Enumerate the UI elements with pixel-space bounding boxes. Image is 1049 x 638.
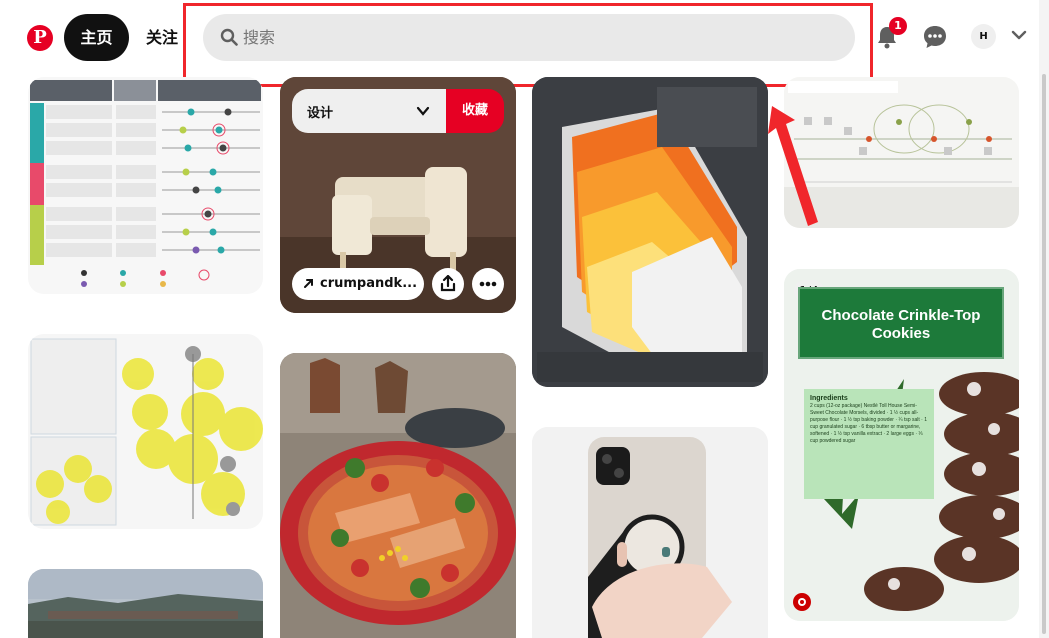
- red-arrow-annotation: [768, 106, 818, 226]
- board-select-dropdown[interactable]: 设计: [292, 89, 446, 133]
- search-highlight-annotation: [183, 3, 873, 87]
- save-pin-button[interactable]: 收藏: [446, 89, 504, 133]
- share-icon: [440, 275, 456, 292]
- pin-image: [30, 338, 263, 526]
- pin-image: [532, 427, 768, 638]
- ingredients-card: Ingredients 2 cups (12-oz package) Nestl…: [804, 389, 934, 499]
- ingredients-list: 2 cups (12-oz package) Nestlé Toll House…: [810, 403, 928, 444]
- carousel-dots: [873, 630, 937, 638]
- pinterest-logo[interactable]: P: [27, 25, 53, 51]
- chevron-down-icon: [416, 106, 430, 116]
- pin-stew-pot[interactable]: [280, 353, 516, 638]
- board-select-label: 设计: [307, 106, 334, 121]
- pin-image: [28, 77, 263, 294]
- pin-cookie-recipe[interactable]: 1/4 Chocolate Crinkle-Top Cookies Ingred…: [784, 269, 1019, 621]
- pin-retail-drivers-infographic[interactable]: [28, 77, 263, 294]
- ellipsis-icon: [479, 281, 497, 287]
- pin-venn-diagram[interactable]: [28, 334, 263, 529]
- source-link-button[interactable]: crumpandk...: [292, 268, 424, 300]
- pin-landscape-bridge[interactable]: [28, 569, 263, 638]
- pin-phone-case[interactable]: [532, 427, 768, 638]
- share-button[interactable]: [432, 268, 464, 300]
- chevron-down-icon[interactable]: [1010, 26, 1028, 44]
- logo-letter: P: [33, 27, 47, 48]
- pin-armchair[interactable]: 设计 收藏 crumpandk...: [280, 77, 516, 313]
- cookie-recipe-title: Chocolate Crinkle-Top Cookies: [798, 287, 1004, 359]
- scrollbar-thumb[interactable]: [1042, 74, 1046, 634]
- nav-home-button[interactable]: 主页: [64, 14, 129, 61]
- source-link-label: crumpandk...: [320, 276, 418, 291]
- pin-image: [280, 353, 516, 638]
- messages-icon[interactable]: [921, 23, 949, 51]
- user-avatar[interactable]: H: [971, 24, 996, 49]
- pin-wage-chart[interactable]: [532, 77, 768, 387]
- more-options-button[interactable]: [472, 268, 504, 300]
- ingredients-heading: Ingredients: [810, 395, 848, 402]
- nav-follow-button[interactable]: 关注: [138, 14, 186, 61]
- pin-image: [532, 77, 768, 387]
- notification-badge: 1: [889, 17, 907, 35]
- pin-image: [28, 569, 263, 638]
- arrow-up-right-icon: [304, 279, 313, 288]
